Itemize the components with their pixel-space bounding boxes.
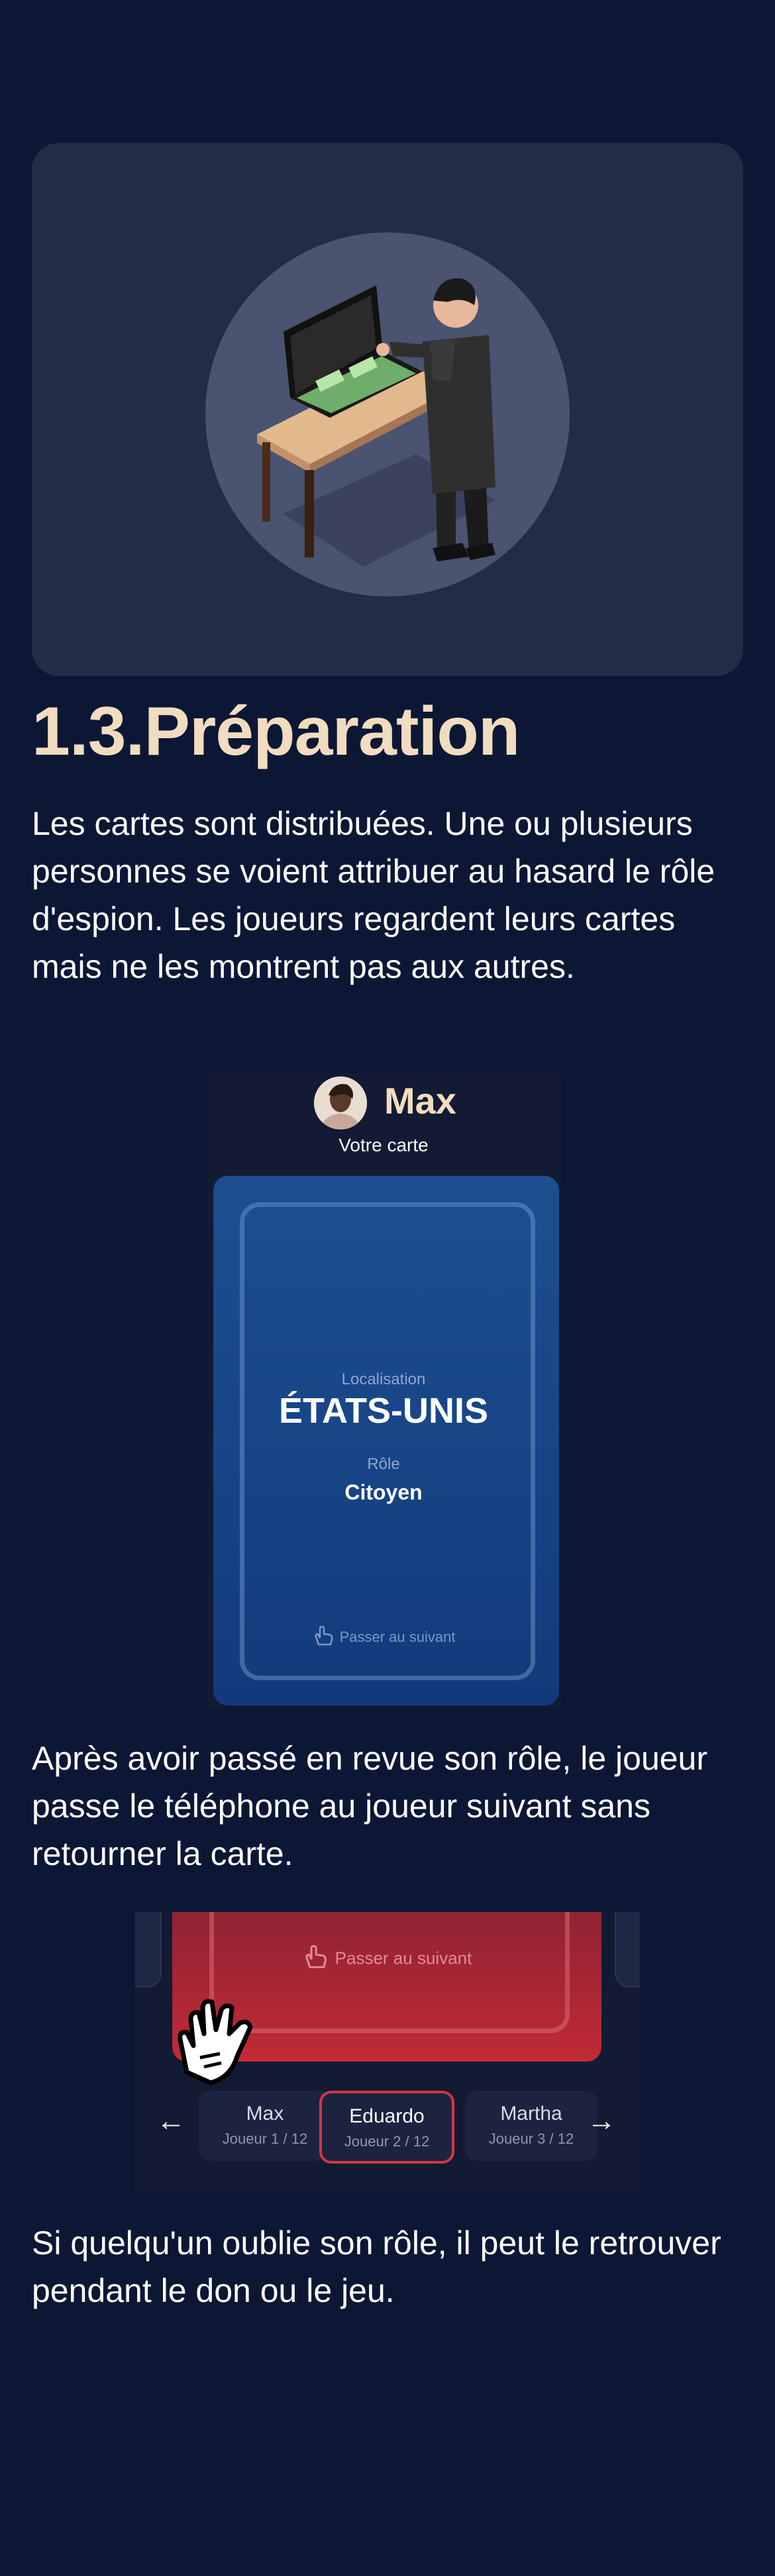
role-value: Citoyen [344,1480,423,1504]
intro-paragraph: Les cartes sont distribuées. Une ou plus… [32,805,715,985]
pass-next-hint[interactable]: Passer au suivant [172,1945,601,1974]
tap-hand-icon [302,1945,329,1974]
previous-card-edge [135,1912,162,1987]
pass-next-label: Passer au suivant [335,1948,472,1968]
player-chip-number: Joueur 1 / 12 [222,2130,308,2147]
swipe-hand-cursor-icon [174,1993,273,2095]
spy-briefcase-illustration [205,232,570,596]
player-chip-active[interactable]: Eduardo Joueur 2 / 12 [319,2091,454,2164]
forgot-role-paragraph: Si quelqu'un oublie son rôle, il peut le… [32,2224,721,2309]
player-chip-number: Joueur 3 / 12 [488,2130,574,2147]
role-card-frame [240,1202,535,1680]
role-label: Rôle [367,1455,400,1473]
arrow-left-icon[interactable]: ← [155,2105,187,2137]
pass-phone-paragraph: Après avoir passé en revue son rôle, le … [32,1740,708,1872]
player-chip[interactable]: Max Joueur 1 / 12 [199,2091,331,2161]
next-card-edge [615,1912,640,1987]
players-carousel: ← Max Joueur 1 / 12 Eduardo Joueur 2 / 1… [135,2091,640,2164]
your-card-label: Votre carte [338,1135,429,1155]
player-avatar [314,1076,367,1129]
hero-illustration-panel [32,143,743,676]
player-chip[interactable]: Martha Joueur 3 / 12 [465,2091,597,2161]
card-reveal-screenshot: Max Votre carte Localisation ÉTATS-UNIS … [207,1073,560,1708]
player-chip-name: Martha [500,2103,562,2124]
pass-next-label: Passer au suivant [339,1628,456,1645]
location-label: Localisation [341,1370,426,1388]
section-title: 1.3.Préparation [32,693,520,770]
player-name: Max [384,1080,456,1121]
player-chip-name: Max [246,2103,284,2124]
location-value: ÉTATS-UNIS [279,1391,488,1431]
player-chip-name: Eduardo [349,2105,425,2127]
player-chip-number: Joueur 2 / 12 [344,2133,430,2150]
tap-hand-icon [312,1625,335,1650]
arrow-right-icon[interactable]: → [586,2105,617,2137]
pass-phone-screenshot: Passer au suivant ← Max Joueur 1 / 12 Ed… [135,1912,640,2193]
pass-next-hint[interactable]: Passer au suivant [207,1625,560,1650]
player-header: Max Votre carte [207,1073,560,1172]
